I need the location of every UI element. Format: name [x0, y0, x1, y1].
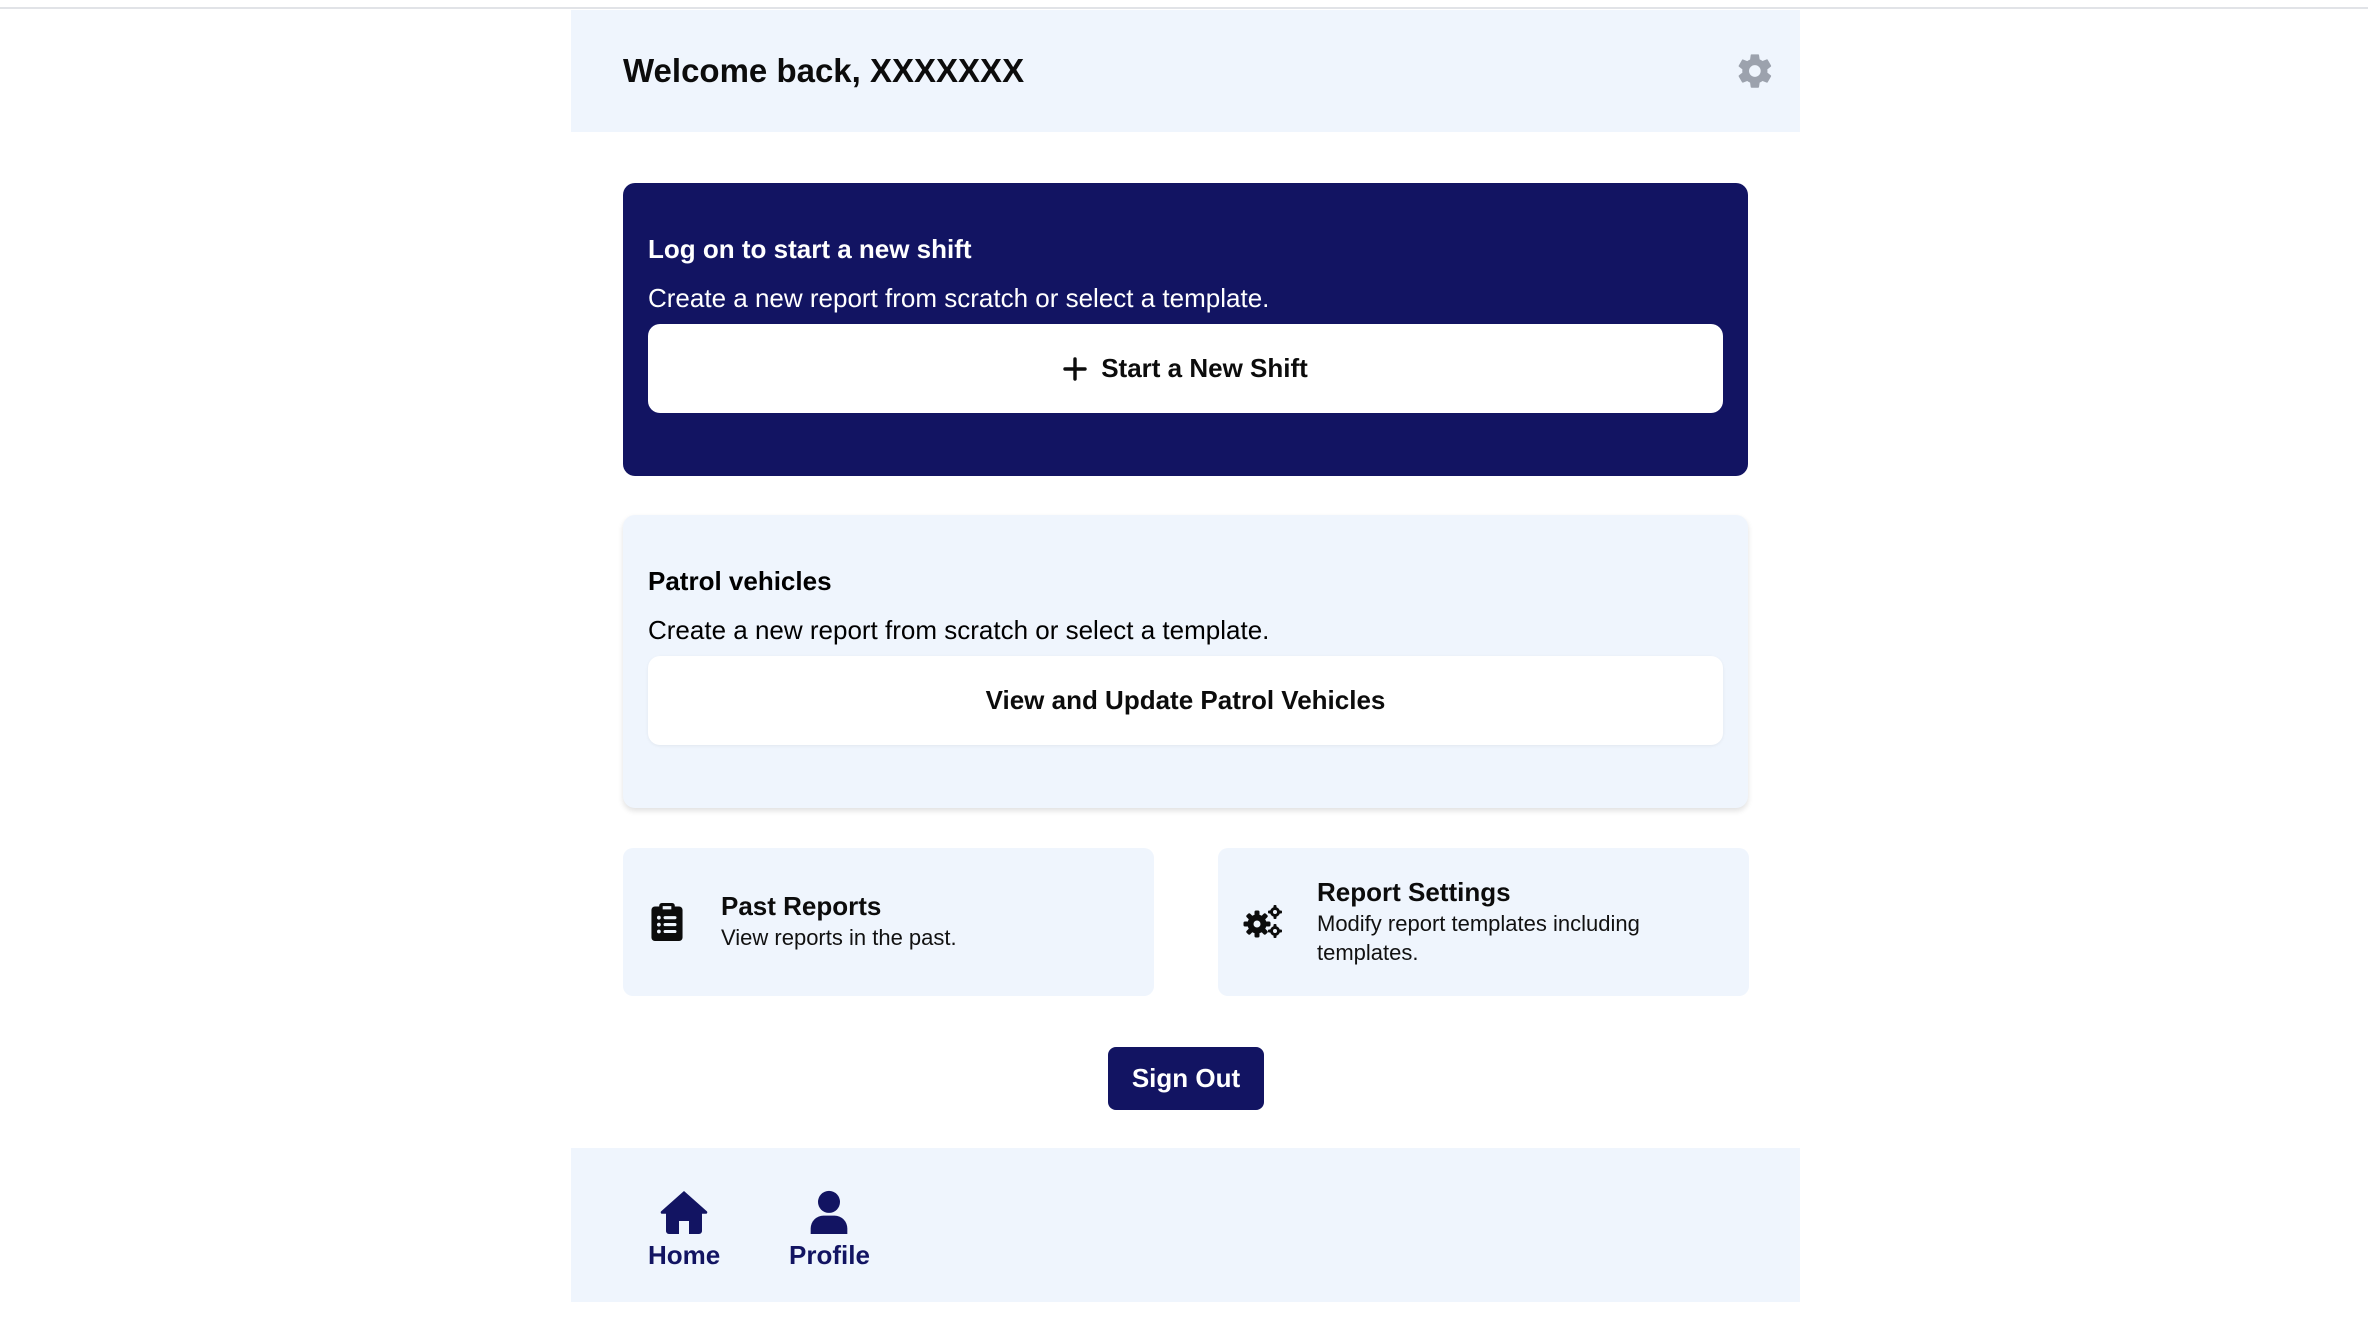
new-shift-card-title: Log on to start a new shift — [648, 234, 972, 264]
view-update-vehicles-label: View and Update Patrol Vehicles — [985, 685, 1386, 715]
patrol-vehicles-card-description: Create a new report from scratch or sele… — [648, 615, 1270, 645]
nav-profile-label: Profile — [789, 1240, 870, 1270]
past-reports-title: Past Reports — [721, 891, 882, 922]
gear-icon[interactable] — [1735, 51, 1775, 91]
report-settings-tile[interactable]: Report Settings Modify report templates … — [1218, 848, 1749, 996]
new-shift-card: Log on to start a new shift Create a new… — [623, 183, 1748, 476]
home-icon — [660, 1191, 708, 1234]
welcome-title: Welcome back, XXXXXXX — [623, 52, 1025, 89]
report-settings-text: Report Settings Modify report templates … — [1317, 877, 1717, 967]
past-reports-tile[interactable]: Past Reports View reports in the past. — [623, 848, 1154, 996]
bottom-nav: Home Profile — [571, 1148, 1800, 1302]
report-settings-title: Report Settings — [1317, 876, 1511, 907]
past-reports-description: View reports in the past. — [721, 925, 957, 951]
patrol-vehicles-card-title: Patrol vehicles — [648, 566, 832, 596]
user-icon — [811, 1190, 848, 1234]
patrol-vehicles-card: Patrol vehicles Create a new report from… — [623, 515, 1748, 808]
start-new-shift-label: Start a New Shift — [1101, 353, 1308, 383]
gears-icon — [1243, 905, 1282, 938]
past-reports-text: Past Reports View reports in the past. — [721, 891, 957, 953]
start-new-shift-button[interactable]: Start a New Shift — [648, 324, 1723, 413]
nav-home-label: Home — [648, 1240, 721, 1270]
page-header: Welcome back, XXXXXXX — [571, 10, 1800, 132]
nav-home[interactable]: Home — [648, 1190, 720, 1271]
browser-top-border — [0, 0, 2368, 9]
app-shell: Welcome back, XXXXXXX Log on to start a … — [571, 10, 1800, 1312]
new-shift-card-description: Create a new report from scratch or sele… — [648, 283, 1270, 313]
report-settings-description: Modify report templates including templa… — [1317, 911, 1640, 965]
sign-out-button[interactable]: Sign Out — [1108, 1047, 1264, 1110]
clipboard-list-icon — [651, 903, 683, 941]
nav-profile[interactable]: Profile — [789, 1190, 870, 1271]
plus-icon — [1063, 356, 1087, 381]
view-update-vehicles-button[interactable]: View and Update Patrol Vehicles — [648, 656, 1723, 745]
